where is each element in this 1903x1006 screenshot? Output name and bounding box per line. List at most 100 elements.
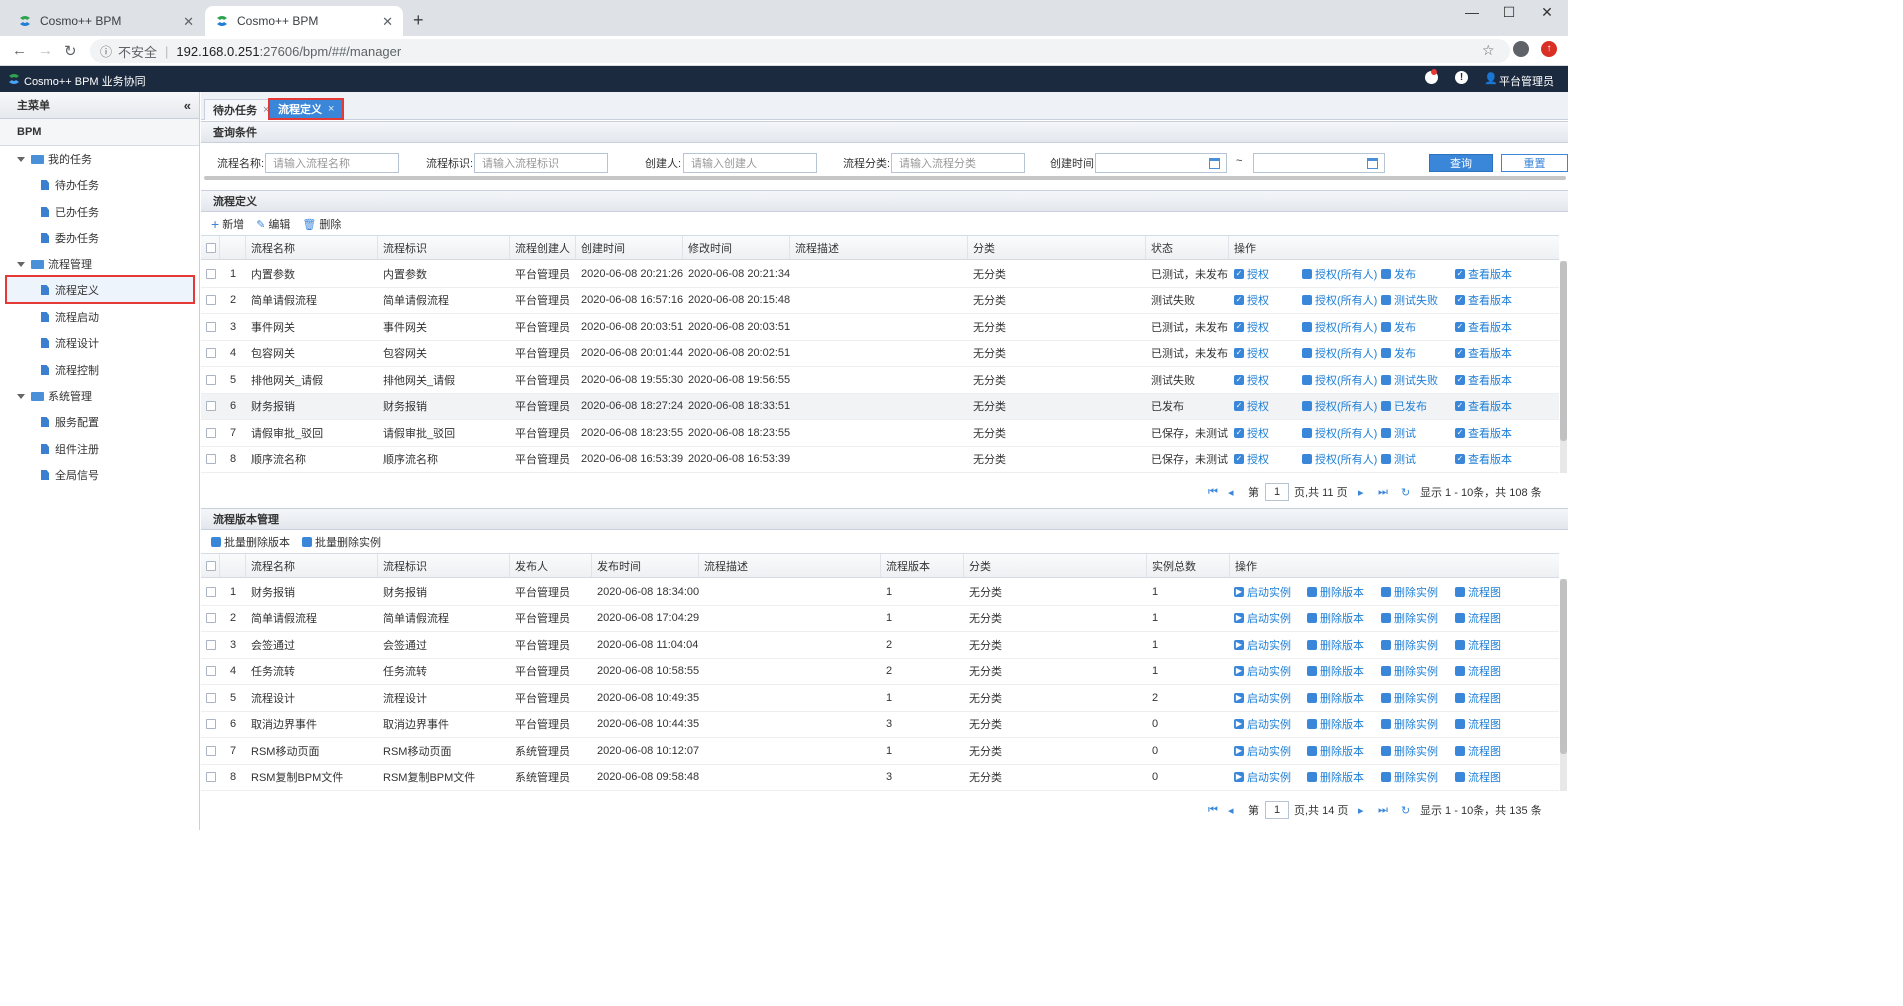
- authorize-link[interactable]: ✓ 授权: [1234, 394, 1269, 420]
- delete-instance-link[interactable]: 删除实例: [1381, 606, 1438, 632]
- minimize-icon[interactable]: —: [1462, 4, 1482, 20]
- version-row[interactable]: 6 取消边界事件 取消边界事件 平台管理员 2020-06-08 10:44:35 3 无分…: [201, 712, 1559, 738]
- view-versions-link[interactable]: ✓ 查看版本: [1455, 341, 1512, 367]
- authorize-link[interactable]: ✓ 授权: [1234, 341, 1269, 367]
- row-checkbox[interactable]: [206, 401, 216, 412]
- definition-row[interactable]: 6 财务报销 财务报销 平台管理员 2020-06-08 18:27:24 2020-06…: [201, 393, 1559, 420]
- authorize-all-link[interactable]: 授权(所有人): [1302, 394, 1377, 420]
- authorize-all-link[interactable]: 授权(所有人): [1302, 314, 1377, 340]
- version-row[interactable]: 1 财务报销 财务报销 平台管理员 2020-06-08 18:34:00 1 无分类 1 ▶ 启…: [201, 579, 1559, 606]
- delete-version-link[interactable]: 删除版本: [1307, 632, 1364, 658]
- first-page-icon[interactable]: ⏮: [1208, 804, 1218, 817]
- sidebar-item-todo[interactable]: 待办任务: [41, 174, 99, 196]
- row-checkbox[interactable]: [206, 639, 216, 650]
- col-header[interactable]: 修改时间: [683, 236, 790, 259]
- delete-version-link[interactable]: 删除版本: [1307, 606, 1364, 632]
- view-versions-link[interactable]: ✓ 查看版本: [1455, 420, 1512, 446]
- process-name-input[interactable]: 请输入流程名称: [265, 153, 399, 173]
- definition-row[interactable]: 1 内置参数 内置参数 平台管理员 2020-06-08 20:21:26 2020-06…: [201, 261, 1559, 288]
- process-key-input[interactable]: 请输入流程标识: [474, 153, 608, 173]
- select-all-checkbox[interactable]: [206, 560, 216, 571]
- sidebar-item-service-config[interactable]: 服务配置: [41, 411, 99, 433]
- page-number-input[interactable]: 1: [1265, 801, 1289, 819]
- row-checkbox[interactable]: [206, 719, 216, 730]
- publish-link[interactable]: 发布: [1381, 314, 1416, 340]
- definition-row[interactable]: 2 简单请假流程 简单请假流程 平台管理员 2020-06-08 16:57:16 202…: [201, 288, 1559, 314]
- publish-link[interactable]: 测试: [1381, 447, 1416, 473]
- publish-link[interactable]: 测试失败: [1381, 288, 1438, 314]
- last-page-icon[interactable]: ⏭: [1378, 804, 1388, 817]
- delete-instance-link[interactable]: 删除实例: [1381, 659, 1438, 685]
- calendar-icon[interactable]: [1367, 158, 1378, 169]
- created-time-start-input[interactable]: [1095, 153, 1227, 173]
- row-checkbox[interactable]: [206, 586, 216, 597]
- flowchart-link[interactable]: 流程图: [1455, 712, 1501, 738]
- prev-page-icon[interactable]: ◂: [1228, 804, 1234, 817]
- col-header[interactable]: 流程描述: [699, 554, 881, 577]
- creator-input[interactable]: 请输入创建人: [683, 153, 817, 173]
- authorize-link[interactable]: ✓ 授权: [1234, 261, 1269, 287]
- col-header[interactable]: 流程标识: [378, 554, 510, 577]
- sidebar-item-done[interactable]: 已办任务: [41, 201, 99, 223]
- delete-instance-link[interactable]: 删除实例: [1381, 685, 1438, 711]
- tree-group-system-mgmt[interactable]: 系统管理: [17, 385, 92, 407]
- start-instance-link[interactable]: ▶ 启动实例: [1234, 632, 1291, 658]
- row-checkbox[interactable]: [206, 613, 216, 624]
- row-checkbox[interactable]: [206, 745, 216, 756]
- version-row[interactable]: 3 会签通过 会签通过 平台管理员 2020-06-08 11:04:04 2 无分类 1 ▶ 启…: [201, 632, 1559, 659]
- authorize-all-link[interactable]: 授权(所有人): [1302, 341, 1377, 367]
- first-page-icon[interactable]: ⏮: [1208, 486, 1218, 499]
- window-close-icon[interactable]: ✕: [1537, 4, 1557, 21]
- delete-instance-link[interactable]: 删除实例: [1381, 632, 1438, 658]
- bookmark-star-icon[interactable]: ☆: [1482, 42, 1495, 59]
- version-row[interactable]: 5 流程设计 流程设计 平台管理员 2020-06-08 10:49:35 1 无分类 2 ▶ 启…: [201, 685, 1559, 712]
- back-icon[interactable]: ←: [12, 42, 27, 59]
- batch-delete-versions-button[interactable]: 批量删除版本: [211, 534, 290, 550]
- sidebar-item-global-signal[interactable]: 全局信号: [41, 464, 99, 486]
- authorize-all-link[interactable]: 授权(所有人): [1302, 261, 1377, 287]
- flowchart-link[interactable]: 流程图: [1455, 738, 1501, 764]
- definition-row[interactable]: 3 事件网关 事件网关 平台管理员 2020-06-08 20:03:51 2020-06…: [201, 314, 1559, 341]
- next-page-icon[interactable]: ▸: [1358, 804, 1364, 817]
- row-checkbox[interactable]: [206, 268, 216, 279]
- start-instance-link[interactable]: ▶ 启动实例: [1234, 712, 1291, 738]
- authorize-link[interactable]: ✓ 授权: [1234, 288, 1269, 314]
- alert-icon[interactable]: !: [1455, 71, 1468, 84]
- start-instance-link[interactable]: ▶ 启动实例: [1234, 738, 1291, 764]
- authorize-link[interactable]: ✓ 授权: [1234, 314, 1269, 340]
- flowchart-link[interactable]: 流程图: [1455, 765, 1501, 791]
- authorize-link[interactable]: ✓ 授权: [1234, 447, 1269, 473]
- new-tab-icon[interactable]: +: [413, 10, 424, 31]
- sidebar-item-process-definition[interactable]: 流程定义: [41, 279, 99, 301]
- view-versions-link[interactable]: ✓ 查看版本: [1455, 394, 1512, 420]
- authorize-link[interactable]: ✓ 授权: [1234, 420, 1269, 446]
- publish-link[interactable]: 已发布: [1381, 394, 1427, 420]
- definition-row[interactable]: 8 顺序流名称 顺序流名称 平台管理员 2020-06-08 16:53:39 2020-…: [201, 447, 1559, 473]
- publish-link[interactable]: 测试失败: [1381, 367, 1438, 393]
- definition-row[interactable]: 4 包容网关 包容网关 平台管理员 2020-06-08 20:01:44 2020-06…: [201, 341, 1559, 367]
- delete-instance-link[interactable]: 删除实例: [1381, 712, 1438, 738]
- row-checkbox[interactable]: [206, 666, 216, 677]
- row-checkbox[interactable]: [206, 374, 216, 385]
- last-page-icon[interactable]: ⏭: [1378, 486, 1388, 499]
- flowchart-link[interactable]: 流程图: [1455, 606, 1501, 632]
- view-versions-link[interactable]: ✓ 查看版本: [1455, 261, 1512, 287]
- row-checkbox[interactable]: [206, 454, 216, 465]
- version-row[interactable]: 2 简单请假流程 简单请假流程 平台管理员 2020-06-08 17:04:29 1 无分…: [201, 606, 1559, 632]
- col-header[interactable]: 流程创建人: [510, 236, 576, 259]
- view-versions-link[interactable]: ✓ 查看版本: [1455, 288, 1512, 314]
- col-header[interactable]: 状态: [1146, 236, 1229, 259]
- browser-tab-2[interactable]: Cosmo++ BPM ✕: [205, 6, 403, 36]
- tab-close-icon[interactable]: ×: [328, 103, 334, 115]
- delete-button[interactable]: 🗑 删除: [302, 216, 341, 232]
- view-versions-link[interactable]: ✓ 查看版本: [1455, 447, 1512, 473]
- col-header[interactable]: 分类: [968, 236, 1146, 259]
- start-instance-link[interactable]: ▶ 启动实例: [1234, 685, 1291, 711]
- col-header[interactable]: 发布时间: [592, 554, 699, 577]
- flowchart-link[interactable]: 流程图: [1455, 685, 1501, 711]
- category-input[interactable]: 请输入流程分类: [891, 153, 1025, 173]
- view-versions-link[interactable]: ✓ 查看版本: [1455, 314, 1512, 340]
- delete-version-link[interactable]: 删除版本: [1307, 712, 1364, 738]
- row-checkbox[interactable]: [206, 295, 216, 306]
- delete-version-link[interactable]: 删除版本: [1307, 579, 1364, 605]
